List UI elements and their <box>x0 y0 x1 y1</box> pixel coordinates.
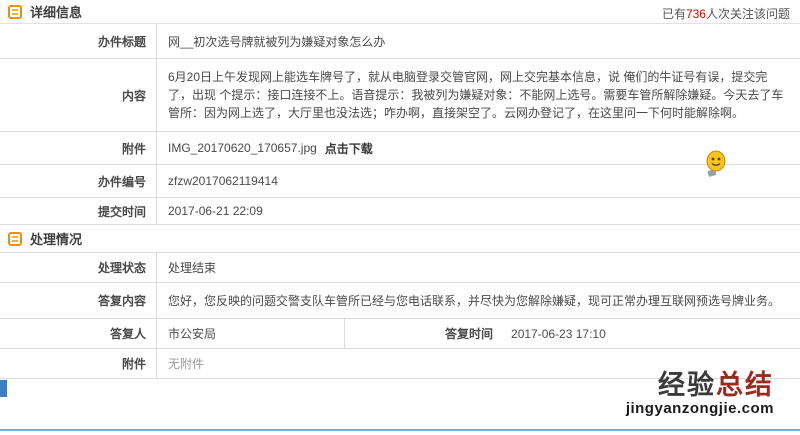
replier-label: 答复人 <box>0 319 157 348</box>
watermark: 经验总结 jingyanzongjie.com <box>625 372 774 417</box>
detail-section-title: 详细信息 <box>30 5 83 20</box>
status-value: 处理结束 <box>168 261 217 275</box>
download-link[interactable]: 点击下载 <box>325 140 373 157</box>
table-row-replier: 答复人 市公安局 答复时间 2017-06-23 17:10 <box>0 319 800 349</box>
process-attachment-label: 附件 <box>0 349 157 378</box>
process-table: 处理状态 处理结束 答复内容 您好，您反映的问题交警支队车管所已经与您电话联系，… <box>0 252 800 379</box>
content-label: 内容 <box>0 59 157 131</box>
reply-time-label: 答复时间 <box>445 327 494 341</box>
process-section-title: 处理情况 <box>30 232 83 247</box>
followers-suffix: 人次关注该问题 <box>705 7 790 21</box>
status-label: 处理状态 <box>0 253 157 282</box>
submit-time-label: 提交时间 <box>0 198 157 224</box>
table-row-status: 处理状态 处理结束 <box>0 253 800 283</box>
table-row-attachment: 附件 IMG_20170620_170657.jpg 点击下载 <box>0 132 800 165</box>
table-row-submit-time: 提交时间 2017-06-21 22:09 <box>0 198 800 225</box>
table-row-case-number: 办件编号 zfzw2017062119414 <box>0 165 800 198</box>
table-row-reply: 答复内容 您好，您反映的问题交警支队车管所已经与您电话联系，并尽快为您解除嫌疑，… <box>0 283 800 319</box>
watermark-brand: 经验总结 <box>626 372 774 399</box>
document-icon <box>8 4 22 19</box>
watermark-site: jingyanzongjie.com <box>625 400 774 417</box>
watermark-brand-dark: 经验 <box>658 370 716 400</box>
bottom-divider-bar <box>0 429 800 431</box>
case-number-label: 办件编号 <box>0 165 157 197</box>
content-value: 6月20日上午发现网上能选车牌号了，就从电脑登录交管官网，网上交完基本信息，说 … <box>168 70 784 120</box>
inquiry-detail-page: 详细信息 已有736人次关注该问题 办件标题 网__初次选号牌就被列为嫌疑对象怎… <box>0 0 800 435</box>
followers-prefix: 已有 <box>661 7 686 21</box>
replier-value: 市公安局 <box>157 319 345 348</box>
reply-time-value: 2017-06-23 17:10 <box>511 326 606 341</box>
submit-time-value: 2017-06-21 22:09 <box>168 204 263 218</box>
process-section-header: 处理情况 <box>0 225 800 252</box>
document-icon <box>8 231 22 246</box>
detail-section-header: 详细信息 已有736人次关注该问题 <box>0 0 800 24</box>
table-row-title: 办件标题 网__初次选号牌就被列为嫌疑对象怎么办 <box>0 24 800 59</box>
table-row-content: 内容 6月20日上午发现网上能选车牌号了，就从电脑登录交管官网，网上交完基本信息… <box>0 59 800 132</box>
followers-note: 已有736人次关注该问题 <box>662 5 790 22</box>
title-label: 办件标题 <box>0 24 157 58</box>
lightbulb-emoticon-icon <box>703 150 727 181</box>
reply-value: 您好，您反映的问题交警支队车管所已经与您电话联系，并尽快为您解除嫌疑，现可正常办… <box>168 294 781 308</box>
reply-label: 答复内容 <box>0 283 157 318</box>
blue-fragment <box>0 380 7 397</box>
watermark-brand-red: 总结 <box>716 370 774 400</box>
attachment-label: 附件 <box>0 132 157 164</box>
title-value: 网__初次选号牌就被列为嫌疑对象怎么办 <box>168 34 386 49</box>
detail-table: 办件标题 网__初次选号牌就被列为嫌疑对象怎么办 内容 6月20日上午发现网上能… <box>0 24 800 225</box>
followers-count: 736 <box>685 7 706 21</box>
attachment-filename: IMG_20170620_170657.jpg <box>168 141 317 155</box>
